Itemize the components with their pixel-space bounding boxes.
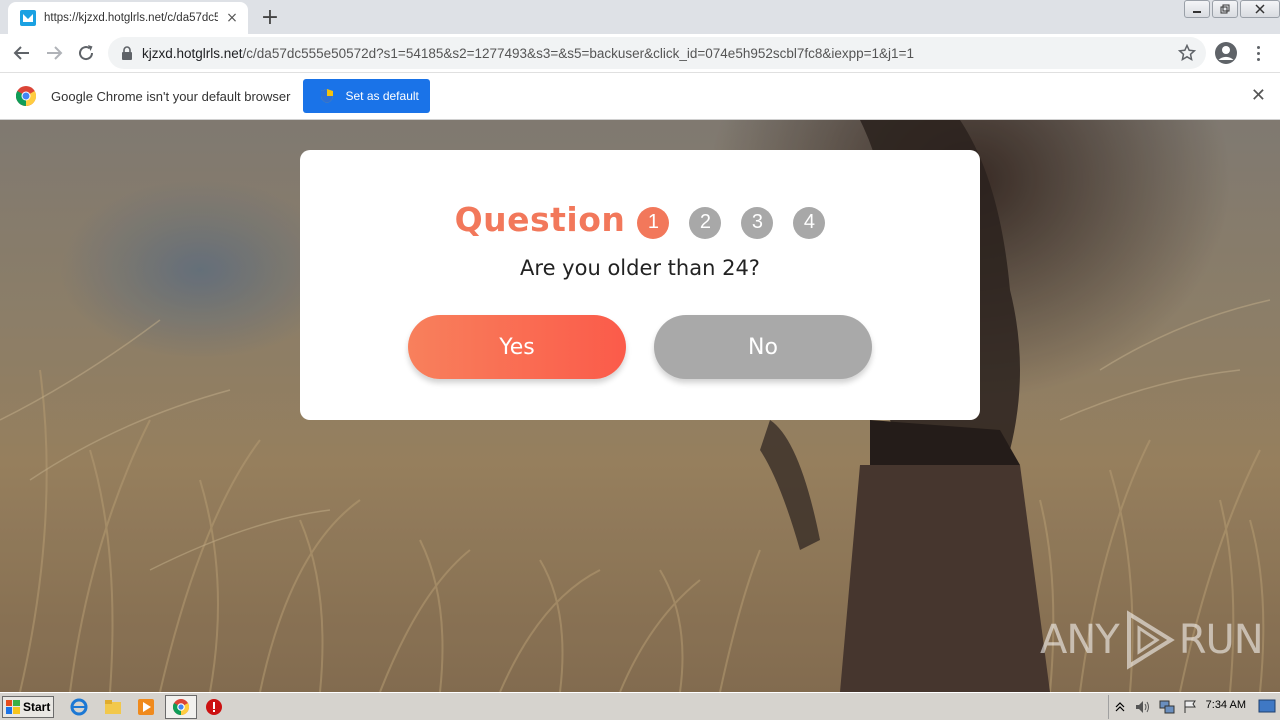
anyrun-watermark: ANY RUN [1040, 610, 1264, 670]
step-indicator-1: 1 [637, 206, 670, 239]
tab-close-icon[interactable]: × [224, 10, 240, 26]
step-indicator-4: 4 [793, 206, 826, 239]
browser-toolbar: kjzxd.hotglrls.net/c/da57dc555e50572d?s1… [0, 34, 1280, 72]
step-indicator-2: 2 [689, 206, 722, 239]
age-question-modal: Question 1 2 3 4 Are you older than 24? … [300, 150, 980, 420]
url-path: /c/da57dc555e50572d?s1=54185&s2=1277493&… [242, 45, 914, 61]
forward-button[interactable] [38, 37, 70, 69]
infobar-close-icon[interactable]: ✕ [1251, 87, 1266, 105]
volume-icon[interactable] [1135, 700, 1151, 714]
question-header: Question 1 2 3 4 [300, 200, 980, 239]
back-button[interactable] [6, 37, 38, 69]
network-icon[interactable] [1159, 700, 1175, 714]
tab-title: https://kjzxd.hotglrls.net/c/da57dc5 [44, 12, 218, 24]
reload-button[interactable] [70, 37, 102, 69]
close-icon [1255, 4, 1265, 14]
chrome-taskbar-icon [173, 699, 189, 715]
menu-kebab-icon[interactable] [1250, 41, 1266, 65]
address-bar[interactable]: kjzxd.hotglrls.net/c/da57dc555e50572d?s1… [108, 37, 1206, 69]
close-window-button[interactable] [1240, 0, 1280, 18]
watermark-right-text: RUN [1178, 617, 1264, 663]
question-text: Are you older than 24? [520, 256, 760, 280]
action-center-flag-icon[interactable] [1183, 700, 1197, 714]
arrow-left-icon [13, 46, 29, 60]
minimize-icon [1193, 11, 1201, 13]
system-tray [1108, 695, 1280, 719]
question-heading: Question [454, 200, 626, 239]
taskbar-clock: 7:34 AM [1205, 699, 1246, 711]
taskbar-chrome-button[interactable] [165, 695, 197, 719]
file-explorer-icon[interactable] [104, 698, 122, 716]
tab-strip: https://kjzxd.hotglrls.net/c/da57dc5 × + [0, 0, 1280, 34]
start-label: Start [23, 700, 51, 714]
no-button[interactable]: No [654, 315, 872, 379]
start-button[interactable]: Start [2, 696, 54, 718]
window-controls [1182, 0, 1280, 20]
stop-warning-icon[interactable] [205, 698, 223, 716]
site-favicon-icon [20, 10, 36, 26]
play-logo-icon [1126, 610, 1175, 670]
show-desktop-icon[interactable] [1258, 699, 1276, 713]
chrome-logo-icon [16, 86, 36, 106]
page-content: Question 1 2 3 4 Are you older than 24? … [0, 120, 1280, 692]
arrow-right-icon [47, 46, 63, 60]
star-icon[interactable] [1178, 44, 1196, 62]
tray-expand-icon[interactable] [1115, 701, 1125, 713]
yes-button[interactable]: Yes [408, 315, 626, 379]
step-indicator-3: 3 [741, 206, 774, 239]
profile-icon[interactable] [1214, 41, 1238, 65]
watermark-left-text: ANY [1040, 617, 1120, 663]
taskbar: Start 7:34 AM [0, 692, 1280, 720]
minimize-button[interactable] [1184, 0, 1210, 18]
default-browser-infobar: Google Chrome isn't your default browser… [0, 72, 1280, 120]
set-as-default-button[interactable]: Set as default [303, 79, 431, 113]
lock-icon [122, 46, 132, 60]
restore-icon [1220, 4, 1230, 14]
url-host: kjzxd.hotglrls.net [142, 45, 243, 61]
browser-tab[interactable]: https://kjzxd.hotglrls.net/c/da57dc5 × [8, 2, 248, 34]
internet-explorer-icon[interactable] [70, 698, 88, 716]
reload-icon [79, 45, 94, 61]
infobar-message: Google Chrome isn't your default browser [51, 88, 291, 104]
set-as-default-label: Set as default [345, 89, 419, 103]
windows-flag-icon [6, 700, 20, 714]
restore-button[interactable] [1212, 0, 1238, 18]
url-text: kjzxd.hotglrls.net/c/da57dc555e50572d?s1… [142, 46, 914, 61]
new-tab-button[interactable]: + [258, 6, 282, 30]
uac-shield-icon [321, 89, 334, 103]
media-player-icon[interactable] [137, 698, 155, 716]
